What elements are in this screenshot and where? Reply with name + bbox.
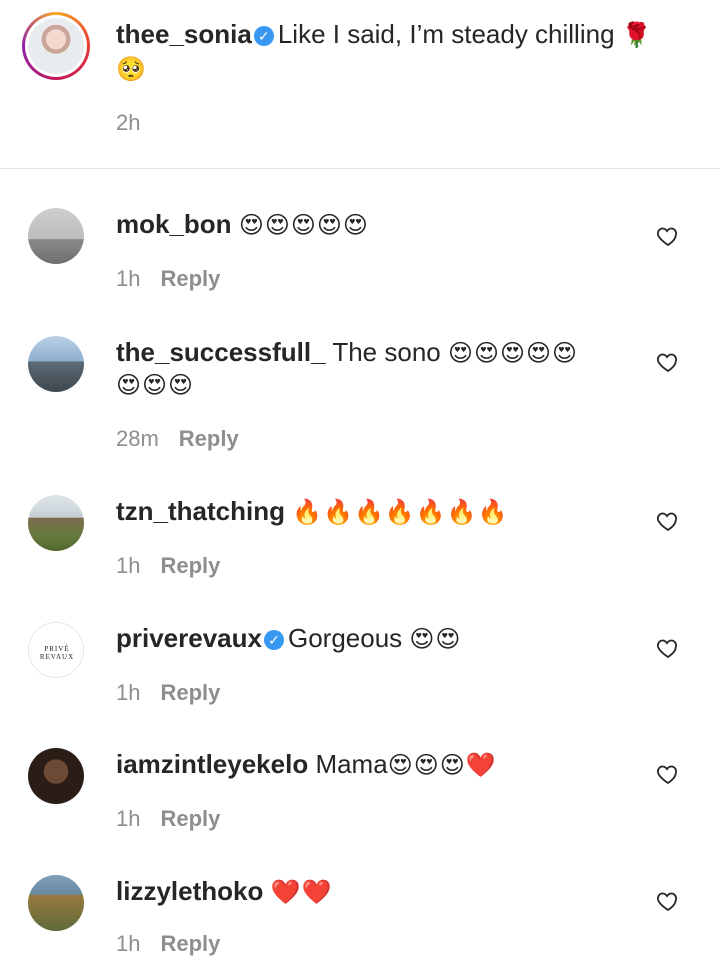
comment-text: Mama (315, 749, 388, 779)
heart-outline-icon[interactable] (656, 889, 680, 913)
post-caption: thee_sonia ✓ Like I said, I’m steady chill… (0, 0, 720, 169)
heart-outline-icon[interactable] (656, 224, 680, 248)
comment-username[interactable]: tzn_thatching (116, 496, 285, 526)
heart-outline-icon[interactable] (656, 762, 680, 786)
comment-username[interactable]: iamzintleyekelo (116, 749, 308, 779)
comment-meta: 1h Reply (116, 931, 220, 957)
caption-avatar[interactable] (22, 12, 90, 80)
comment-time: 1h (116, 931, 141, 956)
comment-meta: 1h Reply (116, 680, 220, 706)
comment-time: 1h (116, 266, 141, 291)
reply-button[interactable]: Reply (160, 266, 220, 291)
comment-emojis: 🔥🔥🔥🔥🔥🔥🔥 (292, 499, 509, 526)
comment-meta: 1h Reply (116, 266, 220, 292)
comment-emojis: 😍😍😍❤️ (387, 752, 497, 779)
avatar[interactable] (28, 875, 84, 931)
caption-text-line: thee_sonia ✓ Like I said, I’m steady chill… (116, 18, 652, 52)
comment-text: Gorgeous (287, 623, 403, 653)
caption-time: 2h (116, 110, 141, 135)
reply-button[interactable]: Reply (160, 553, 220, 578)
comment-meta: 28m Reply (116, 426, 239, 452)
comment-emojis: 😍😍 (409, 626, 462, 653)
comment-username[interactable]: mok_bon (116, 209, 232, 239)
avatar[interactable] (28, 495, 84, 551)
comment-emojis: 😍😍😍😍😍 (447, 340, 579, 367)
comment-username[interactable]: lizzylethoko (116, 876, 263, 906)
comment-time: 28m (116, 426, 159, 451)
heart-outline-icon[interactable] (656, 350, 680, 374)
pleading-emoji: 🥺 (116, 56, 147, 83)
comment-line: iamzintleyekelo Mama😍😍😍❤️ (116, 748, 640, 782)
comment-line: priverevaux ✓ Gorgeous 😍😍 (116, 622, 640, 656)
comment-emojis-continued: 😍😍😍 (116, 372, 195, 399)
caption-text: Like I said, I’m steady chilling (277, 19, 615, 49)
comment-line: lizzylethoko ❤️❤️ (116, 875, 640, 909)
avatar[interactable] (28, 336, 84, 392)
comment-username[interactable]: the_successfull_ (116, 337, 326, 367)
rose-emoji: 🌹 (621, 22, 653, 49)
comment-time: 1h (116, 806, 141, 831)
caption-username[interactable]: thee_sonia (116, 19, 252, 49)
heart-outline-icon[interactable] (656, 636, 680, 660)
comment-text: The sono (332, 337, 441, 367)
reply-button[interactable]: Reply (160, 680, 220, 705)
verified-badge-icon: ✓ (253, 26, 274, 46)
avatar[interactable] (28, 208, 84, 264)
comment-meta: 1h Reply (116, 553, 220, 579)
comment-line: mok_bon 😍😍😍😍😍 (116, 208, 640, 242)
comment-line: the_successfull_ The sono 😍😍😍😍😍 (116, 336, 640, 370)
comment-line: tzn_thatching 🔥🔥🔥🔥🔥🔥🔥 (116, 495, 640, 529)
comment-time: 1h (116, 553, 141, 578)
verified-badge-icon: ✓ (263, 630, 284, 650)
comment-meta: 1h Reply (116, 806, 220, 832)
avatar[interactable]: PRIVÉ REVAUX (28, 622, 84, 678)
avatar[interactable] (28, 748, 84, 804)
comment-username[interactable]: priverevaux (116, 623, 262, 653)
heart-outline-icon[interactable] (656, 509, 680, 533)
comment-emojis: ❤️❤️ (270, 879, 333, 906)
reply-button[interactable]: Reply (160, 931, 220, 956)
reply-button[interactable]: Reply (160, 806, 220, 831)
comment-time: 1h (116, 680, 141, 705)
comment-emojis: 😍😍😍😍😍 (238, 212, 369, 239)
reply-button[interactable]: Reply (179, 426, 239, 451)
avatar-brand-text: PRIVÉ REVAUX (39, 645, 75, 661)
